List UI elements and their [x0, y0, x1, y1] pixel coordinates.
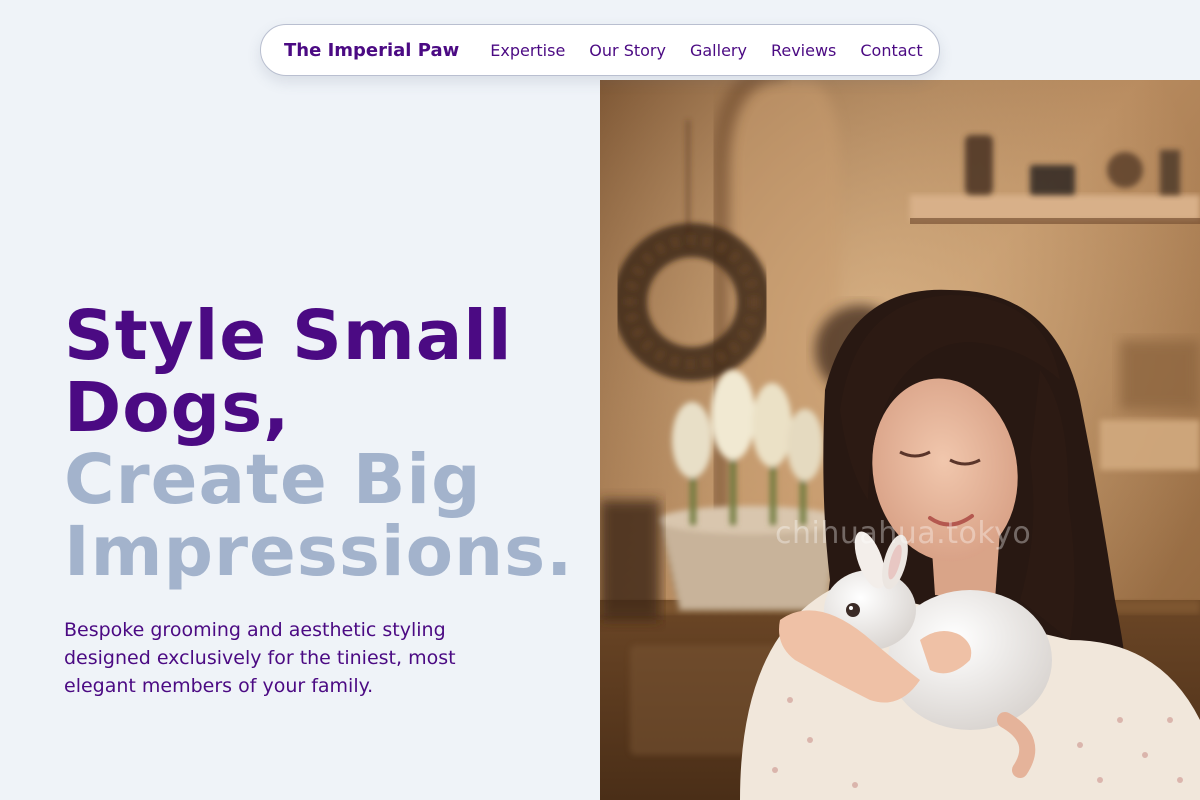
nav-links: Expertise Our Story Gallery Reviews Cont… [490, 41, 922, 60]
brand-logo-link[interactable]: The Imperial Paw [284, 40, 459, 61]
nav-link-contact[interactable]: Contact [860, 41, 922, 60]
hero-headline: Style Small Dogs, Create Big Impressions… [64, 300, 594, 588]
hero-subtitle: Bespoke grooming and aesthetic styling d… [64, 619, 456, 697]
headline-line-3: Create Big [64, 440, 482, 520]
hero-section: Style Small Dogs, Create Big Impressions… [64, 300, 594, 700]
headline-line-2: Dogs, [64, 368, 291, 448]
hero-photo: chihuahua.tokyo [600, 80, 1200, 800]
landing-page: The Imperial Paw Expertise Our Story Gal… [0, 0, 1200, 800]
photo-watermark: chihuahua.tokyo [775, 516, 1032, 551]
top-navigation: The Imperial Paw Expertise Our Story Gal… [260, 24, 940, 76]
headline-line-4: Impressions. [64, 512, 574, 592]
nav-link-reviews[interactable]: Reviews [771, 41, 836, 60]
headline-line-1: Style Small [64, 296, 513, 376]
nav-link-our-story[interactable]: Our Story [589, 41, 666, 60]
nav-link-gallery[interactable]: Gallery [690, 41, 747, 60]
nav-link-expertise[interactable]: Expertise [490, 41, 565, 60]
hero-photo-illustration [600, 80, 1200, 800]
